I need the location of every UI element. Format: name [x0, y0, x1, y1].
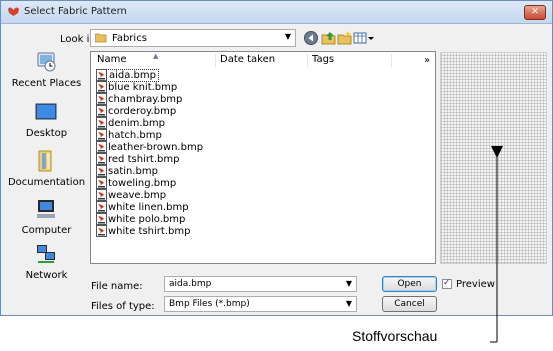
callout-leader-line: [490, 146, 503, 343]
callout-label: Stoffvorschau: [352, 328, 438, 344]
